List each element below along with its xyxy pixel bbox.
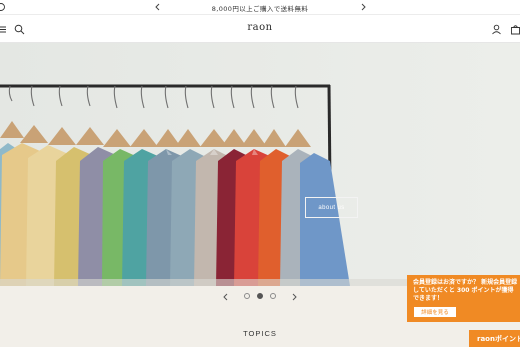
- member-popup-details-button[interactable]: 詳細を見る: [414, 307, 456, 317]
- announcement-bar: 8,000円以上ご購入で送料無料: [0, 0, 520, 15]
- site-header: raon: [0, 15, 520, 43]
- topics-title: TOPICS: [243, 329, 277, 338]
- account-icon[interactable]: [491, 24, 502, 35]
- announcement-next-chevron-right-icon[interactable]: [358, 2, 368, 12]
- member-signup-popup: 会員登録はお済ですか？ 新規会員登録していただくと 300 ポイントが獲得できま…: [407, 275, 520, 322]
- slider-next-chevron-right-icon[interactable]: [289, 292, 299, 302]
- hero-image: [0, 43, 520, 286]
- member-popup-message: 会員登録はお済ですか？ 新規会員登録していただくと 300 ポイントが獲得できま…: [413, 279, 518, 302]
- announcement-text: 8,000円以上ご購入で送料無料: [211, 5, 309, 13]
- site-logo[interactable]: raon: [0, 22, 520, 33]
- hero-banner[interactable]: about us: [0, 43, 520, 286]
- about-us-button[interactable]: about us: [305, 197, 358, 218]
- slider-dot[interactable]: [244, 293, 250, 299]
- cart-icon[interactable]: [510, 24, 520, 35]
- points-tab-button[interactable]: raonポイント: [469, 330, 520, 347]
- page: 8,000円以上ご購入で送料無料 raon about us TOPICS 会員…: [0, 0, 520, 347]
- slider-dot[interactable]: [270, 293, 276, 299]
- slider-dot-active[interactable]: [257, 293, 263, 299]
- slider-prev-chevron-left-icon[interactable]: [221, 292, 231, 302]
